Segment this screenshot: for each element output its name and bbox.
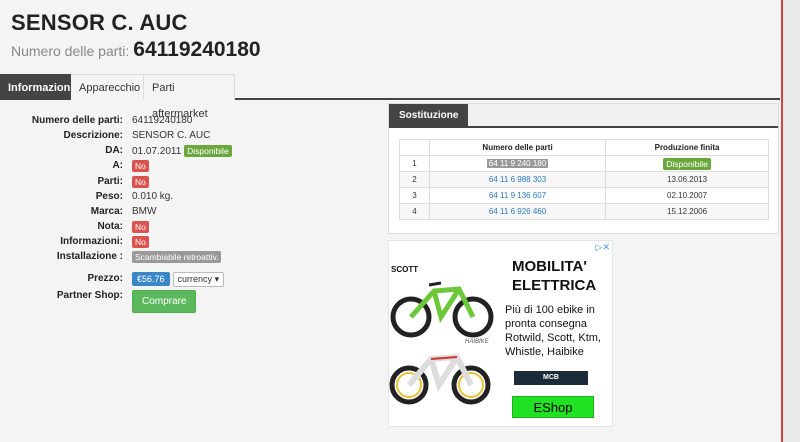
ebike-green-image — [390, 281, 494, 338]
substitution-panel: Sostituzione Numero delle parti Produzio… — [388, 103, 779, 234]
info-value: 64119240180 — [132, 115, 193, 126]
price-tag: €56.76 — [132, 272, 170, 286]
no-badge: No — [132, 236, 149, 248]
info-row-parts: Parti: No — [0, 176, 380, 191]
info-label: A: — [112, 160, 123, 171]
end-date: 15.12.2006 — [605, 203, 769, 220]
table-row: 4 64 11 6 926 460 15.12.2006 — [399, 203, 769, 220]
tab-apparecchio[interactable]: Apparecchio — [71, 74, 144, 100]
info-label: DA: — [105, 145, 123, 156]
info-value: 0.010 kg. — [132, 191, 174, 202]
no-badge: No — [132, 176, 149, 188]
table-row: 2 64 11 6 988 303 13.06.2013 — [399, 171, 769, 188]
ad-headline: MOBILITA' ELETTRICA — [512, 258, 597, 294]
subtitle-part-number: 64119240180 — [133, 38, 261, 61]
info-label: Peso: — [95, 191, 123, 202]
eshop-button[interactable]: EShop — [512, 396, 594, 418]
info-label: Numero delle parti: — [31, 115, 123, 126]
info-label: Parti: — [97, 176, 123, 187]
ebike-advertisement[interactable]: ▷✕ SCOTT HAIBIKE MOBILITA' ELETTRICA Più… — [388, 240, 613, 427]
tab-bar: Informazioni Apparecchio Parti aftermark… — [0, 74, 780, 120]
column-header: Numero delle parti — [428, 139, 607, 156]
part-number-link[interactable]: 64 11 6 926 460 — [428, 203, 607, 220]
info-label: Descrizione: — [63, 130, 123, 141]
buy-button[interactable]: Comprare — [132, 290, 197, 313]
info-row-partner-shop: Partner Shop: Comprare — [0, 290, 380, 313]
info-row-install: Installazione : Scambiabile retroattiv. — [0, 251, 380, 266]
table-row: 1 64 11 9 240 180 Disponibile — [399, 155, 769, 172]
available-badge: Disponibile — [184, 145, 232, 157]
table-row: 3 64 11 9 136 607 02.10.2007 — [399, 187, 769, 204]
info-label: Marca: — [90, 206, 123, 217]
ebike-white-image — [389, 353, 491, 405]
info-row-price: Prezzo: €56.76 currency ▾ — [0, 272, 380, 290]
info-label: Prezzo: — [87, 273, 123, 284]
info-row-part-number: Numero delle parti: 64119240180 — [0, 115, 380, 130]
tab-substitution[interactable]: Sostituzione — [389, 104, 469, 128]
shop-logo: MCB — [514, 371, 588, 385]
column-header: Produzione finita — [605, 139, 769, 156]
row-index: 1 — [399, 155, 430, 172]
info-value: SENSOR C. AUC — [132, 130, 211, 141]
retrofit-badge: Scambiabile retroattiv. — [132, 251, 222, 263]
info-label: Partner Shop: — [56, 290, 123, 301]
no-badge: No — [132, 160, 149, 172]
info-label: Nota: — [97, 221, 123, 232]
info-label: Installazione : — [56, 251, 123, 262]
info-row-brand: Marca: BMW — [0, 206, 380, 221]
ad-choices-close-icon[interactable]: ▷✕ — [596, 242, 610, 253]
tab-informazioni[interactable]: Informazioni — [0, 74, 73, 100]
row-index: 2 — [399, 171, 430, 188]
part-number-link[interactable]: 64 11 9 136 607 — [428, 187, 607, 204]
tab-parti-aftermarket[interactable]: Parti aftermarket — [144, 74, 235, 120]
no-badge: No — [132, 221, 149, 233]
info-row-a: A: No — [0, 160, 380, 175]
info-row-from: DA: 01.07.2011 Disponibile — [0, 145, 380, 160]
end-date: 13.06.2013 — [605, 171, 769, 188]
info-value: BMW — [132, 206, 157, 217]
currency-dropdown[interactable]: currency ▾ — [172, 272, 225, 287]
ad-body-text: Più di 100 ebike in pronta consegna Rotw… — [505, 304, 601, 358]
page-subtitle: Numero delle parti: 64119240180 — [11, 38, 261, 62]
part-number-current: 64 11 9 240 180 — [486, 159, 549, 168]
table-header-row: Numero delle parti Produzione finita — [399, 139, 769, 156]
caret-down-icon: ▾ — [214, 274, 220, 284]
part-number-link[interactable]: 64 11 6 988 303 — [428, 171, 607, 188]
info-value: 01.07.2011 — [132, 146, 182, 157]
row-index: 4 — [399, 203, 430, 220]
info-label: Informazioni: — [60, 236, 123, 247]
page: SENSOR C. AUC Numero delle parti: 6411924… — [0, 0, 780, 442]
info-row-informazioni: Informazioni: No — [0, 236, 380, 251]
info-row-note: Nota: No — [0, 221, 380, 236]
row-index: 3 — [399, 187, 430, 204]
subtitle-label: Numero delle parti: — [11, 43, 130, 59]
end-date: 02.10.2007 — [605, 187, 769, 204]
substitution-table: Numero delle parti Produzione finita 1 6… — [399, 139, 769, 220]
info-row-description: Descrizione: SENSOR C. AUC — [0, 130, 380, 145]
page-title: SENSOR C. AUC — [11, 10, 188, 35]
scroll-gutter — [783, 0, 800, 442]
available-badge: Disponibile — [663, 157, 711, 170]
info-row-weight: Peso: 0.010 kg. — [0, 191, 380, 206]
